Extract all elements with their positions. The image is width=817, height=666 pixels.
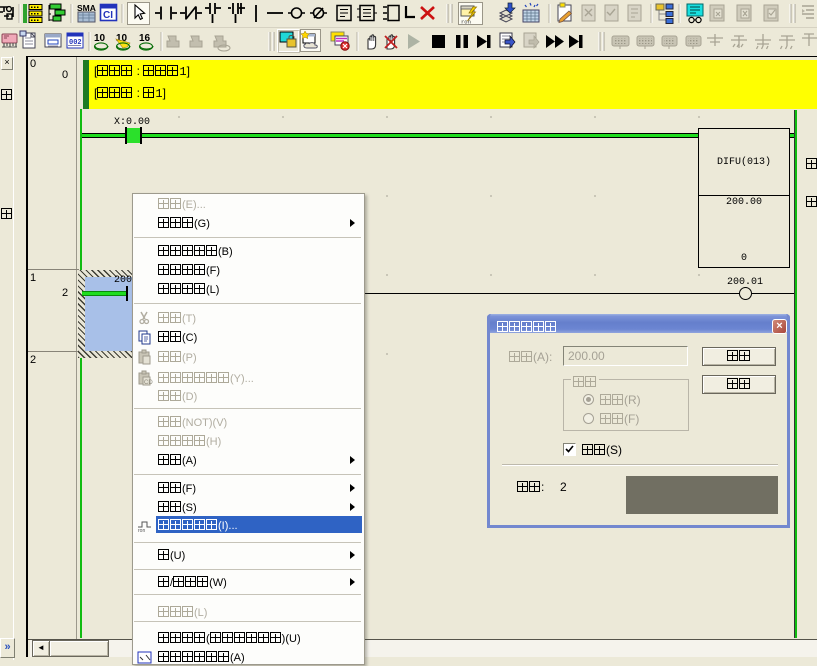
svg-text:CD: CD	[144, 380, 153, 386]
svg-text:10: 10	[94, 33, 106, 44]
svg-text:ron: ron	[138, 528, 145, 533]
svg-text:CI: CI	[103, 10, 113, 21]
svg-text:16: 16	[139, 33, 151, 44]
svg-text:ron: ron	[461, 19, 471, 26]
